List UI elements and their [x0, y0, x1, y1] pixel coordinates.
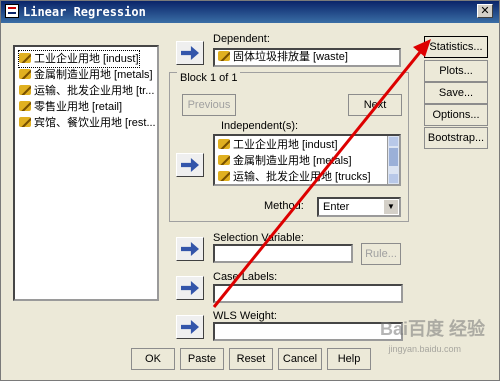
annotation-line — [212, 45, 427, 308]
annotation-arrow — [212, 39, 431, 308]
annotation-arrowhead — [413, 39, 431, 57]
linear-regression-dialog: Linear Regression ✕ 工业企业用地 [indust] 金属制造… — [0, 0, 500, 381]
